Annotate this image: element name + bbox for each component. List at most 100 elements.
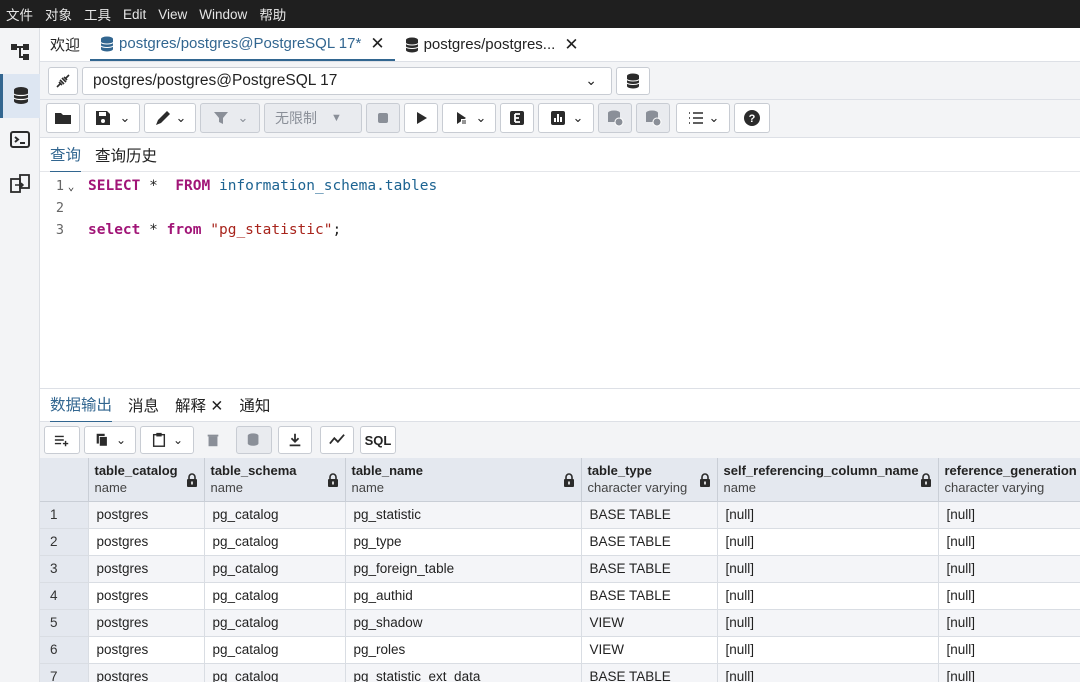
table-cell[interactable]: [null]	[938, 663, 1080, 682]
table-cell[interactable]: [null]	[938, 501, 1080, 529]
table-cell[interactable]: [null]	[717, 609, 939, 637]
tab-messages[interactable]: 消息	[128, 388, 159, 422]
table-cell[interactable]: BASE TABLE	[581, 501, 718, 529]
row-number[interactable]: 3	[40, 555, 89, 583]
filter-button[interactable]: ⌄	[200, 103, 260, 133]
table-row[interactable]: 3 postgres pg_catalog pg_foreign_table B…	[40, 555, 1080, 583]
table-cell[interactable]: [null]	[717, 528, 939, 556]
graph-visualiser-button[interactable]	[320, 426, 354, 454]
table-cell[interactable]: [null]	[717, 663, 939, 682]
new-connection-button[interactable]	[616, 67, 650, 95]
menu-file[interactable]: 文件	[6, 4, 33, 24]
table-cell[interactable]: BASE TABLE	[581, 582, 718, 610]
table-cell[interactable]: pg_foreign_table	[345, 555, 582, 583]
save-file-button[interactable]: ⌄	[84, 103, 140, 133]
table-cell[interactable]: VIEW	[581, 636, 718, 664]
menu-edit[interactable]: Edit	[123, 7, 146, 22]
table-cell[interactable]: pg_roles	[345, 636, 582, 664]
connection-select[interactable]: postgres/postgres@PostgreSQL 17 ⌄	[82, 67, 612, 95]
column-header[interactable]: table_type character varying	[581, 458, 718, 502]
table-cell[interactable]: pg_catalog	[204, 663, 346, 682]
tab-query-active[interactable]: postgres/postgres@PostgreSQL 17* ✕	[90, 28, 395, 61]
paste-button[interactable]: ⌄	[140, 426, 194, 454]
menu-window[interactable]: Window	[199, 7, 247, 22]
table-row[interactable]: 6 postgres pg_catalog pg_roles VIEW [nul…	[40, 636, 1080, 664]
sql-editor[interactable]: 1 ⌄ SELECT * FROM information_schema.tab…	[40, 172, 1080, 388]
table-cell[interactable]: [null]	[717, 555, 939, 583]
open-file-button[interactable]	[46, 103, 80, 133]
table-cell[interactable]: [null]	[717, 636, 939, 664]
commit-button[interactable]	[598, 103, 632, 133]
tab-query-history[interactable]: 查询历史	[95, 138, 157, 172]
table-cell[interactable]: pg_catalog	[204, 555, 346, 583]
table-cell[interactable]: pg_catalog	[204, 501, 346, 529]
rollback-button[interactable]	[636, 103, 670, 133]
table-cell[interactable]: postgres	[88, 663, 205, 682]
help-button[interactable]: ?	[734, 103, 770, 133]
query-tool-button[interactable]	[0, 74, 40, 118]
column-header[interactable]: table_catalog name	[88, 458, 205, 502]
row-number[interactable]: 5	[40, 609, 89, 637]
table-cell[interactable]: pg_catalog	[204, 609, 346, 637]
table-cell[interactable]: postgres	[88, 582, 205, 610]
schema-diff-button[interactable]	[0, 162, 40, 206]
row-number[interactable]: 7	[40, 663, 89, 682]
edit-button[interactable]: ⌄	[144, 103, 196, 133]
table-row[interactable]: 4 postgres pg_catalog pg_authid BASE TAB…	[40, 582, 1080, 610]
table-row[interactable]: 7 postgres pg_catalog pg_statistic_ext_d…	[40, 663, 1080, 682]
limit-select[interactable]: 无限制 ▼	[264, 103, 362, 133]
download-button[interactable]	[278, 426, 312, 454]
stop-button[interactable]	[366, 103, 400, 133]
table-cell[interactable]: postgres	[88, 555, 205, 583]
row-number[interactable]: 2	[40, 528, 89, 556]
table-cell[interactable]: postgres	[88, 501, 205, 529]
add-row-button[interactable]	[44, 426, 80, 454]
table-cell[interactable]: postgres	[88, 636, 205, 664]
copy-button[interactable]: ⌄	[84, 426, 136, 454]
column-header[interactable]: table_schema name	[204, 458, 346, 502]
table-cell[interactable]: pg_statistic	[345, 501, 582, 529]
tab-explain[interactable]: 解释 ✕	[175, 388, 223, 422]
menu-object[interactable]: 对象	[45, 4, 72, 24]
fold-chevron-icon[interactable]: ⌄	[64, 180, 78, 193]
column-header[interactable]: self_referencing_column_name name	[717, 458, 939, 502]
tab-query[interactable]: 查询	[50, 137, 82, 173]
explain-analyze-button[interactable]: ⌄	[538, 103, 594, 133]
column-header[interactable]: reference_generation character varying	[938, 458, 1080, 502]
table-cell[interactable]: pg_catalog	[204, 636, 346, 664]
tab-data-output[interactable]: 数据输出	[50, 387, 113, 423]
tab-query-second[interactable]: postgres/postgres... ✕	[395, 28, 589, 61]
table-cell[interactable]: postgres	[88, 609, 205, 637]
close-icon[interactable]: ✕	[564, 35, 578, 55]
table-row[interactable]: 5 postgres pg_catalog pg_shadow VIEW [nu…	[40, 609, 1080, 637]
table-cell[interactable]: pg_statistic_ext_data	[345, 663, 582, 682]
table-cell[interactable]: [null]	[938, 609, 1080, 637]
execute-button[interactable]	[404, 103, 438, 133]
table-cell[interactable]: [null]	[938, 582, 1080, 610]
table-cell[interactable]: [null]	[938, 636, 1080, 664]
psql-tool-button[interactable]	[0, 118, 40, 162]
row-number[interactable]: 6	[40, 636, 89, 664]
explain-button[interactable]	[500, 103, 534, 133]
table-cell[interactable]: [null]	[717, 501, 939, 529]
table-cell[interactable]: pg_catalog	[204, 582, 346, 610]
table-cell[interactable]: [null]	[938, 555, 1080, 583]
table-cell[interactable]: [null]	[938, 528, 1080, 556]
table-cell[interactable]: BASE TABLE	[581, 555, 718, 583]
macros-button[interactable]: ⌄	[676, 103, 730, 133]
object-explorer-button[interactable]	[0, 30, 40, 74]
sql-button[interactable]: SQL	[360, 426, 396, 454]
table-cell[interactable]: pg_shadow	[345, 609, 582, 637]
table-cell[interactable]: pg_catalog	[204, 528, 346, 556]
row-number[interactable]: 4	[40, 582, 89, 610]
table-cell[interactable]: BASE TABLE	[581, 663, 718, 682]
save-data-button[interactable]	[236, 426, 272, 454]
table-cell[interactable]: pg_authid	[345, 582, 582, 610]
table-row[interactable]: 2 postgres pg_catalog pg_type BASE TABLE…	[40, 528, 1080, 556]
table-cell[interactable]: VIEW	[581, 609, 718, 637]
table-cell[interactable]: pg_type	[345, 528, 582, 556]
menu-tools[interactable]: 工具	[84, 4, 111, 24]
row-number[interactable]: 1	[40, 501, 89, 529]
delete-button[interactable]	[198, 426, 228, 454]
tab-welcome[interactable]: 欢迎	[40, 28, 90, 61]
